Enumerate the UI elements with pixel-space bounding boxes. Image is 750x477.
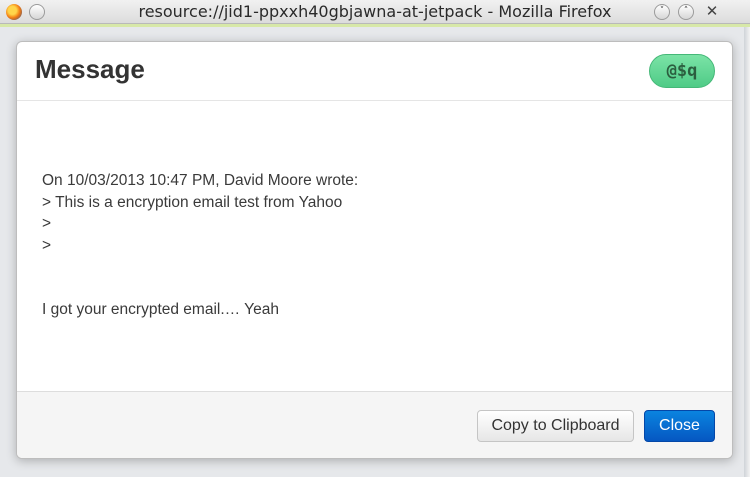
message-dialog: Message @$q On 10/03/2013 10:47 PM, Davi… [16,41,733,459]
maximize-icon[interactable]: ˄ [678,4,694,20]
message-line: On 10/03/2013 10:47 PM, David Moore wrot… [42,172,359,189]
message-line [42,278,358,300]
message-line: > [42,236,52,254]
minimize-icon[interactable]: ˅ [654,4,670,20]
message-line: I got your encrypted email.… Yeah [42,301,279,318]
close-window-icon[interactable]: ✕ [704,3,720,19]
window-titlebar: resource://jid1-ppxxh40gbjawna-at-jetpac… [0,0,750,24]
encryption-badge[interactable]: @$q [649,54,715,88]
message-line [42,256,358,278]
titlebar-accent-line [0,24,750,27]
message-body: On 10/03/2013 10:47 PM, David Moore wrot… [42,170,358,321]
dialog-header: Message @$q [17,42,732,101]
dialog-title: Message [35,54,145,84]
dialog-footer: Copy to Clipboard Close [17,391,732,458]
message-line: > This is a encryption email test from Y… [42,193,343,211]
window-edge [744,27,750,477]
window-title: resource://jid1-ppxxh40gbjawna-at-jetpac… [138,2,612,21]
close-button[interactable]: Close [644,410,715,442]
message-line: > [42,215,52,232]
copy-to-clipboard-button[interactable]: Copy to Clipboard [477,410,634,442]
